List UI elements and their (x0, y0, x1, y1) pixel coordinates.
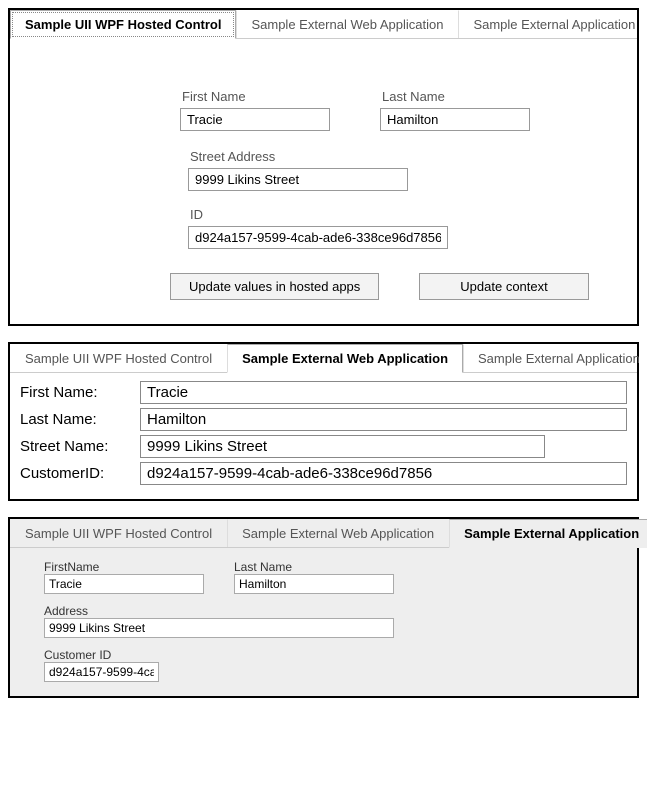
panel-1-body: First Name Last Name Street Address ID U… (10, 39, 637, 324)
input-last-name[interactable] (380, 108, 530, 131)
tabstrip-2: Sample UII WPF Hosted Control Sample Ext… (10, 344, 637, 373)
panel-wpf-hosted-control: Sample UII WPF Hosted Control Sample Ext… (8, 8, 639, 326)
tab-web[interactable]: Sample External Web Application (227, 344, 463, 373)
input-id[interactable] (188, 226, 448, 249)
label-id: ID (190, 207, 607, 222)
tabstrip-3: Sample UII WPF Hosted Control Sample Ext… (10, 519, 637, 548)
panel-2-body: First Name: Last Name: Street Name: Cust… (10, 373, 637, 499)
tab-wpf[interactable]: Sample UII WPF Hosted Control (10, 344, 227, 372)
input-address[interactable] (44, 618, 394, 638)
label-last-name: Last Name (234, 560, 394, 574)
tab-ext[interactable]: Sample External Application (458, 10, 647, 38)
label-first-name: First Name (182, 89, 330, 104)
input-street-name[interactable] (140, 435, 545, 458)
label-first-name: First Name: (20, 384, 140, 401)
label-customer-id: CustomerID: (20, 465, 140, 482)
label-last-name: Last Name (382, 89, 530, 104)
input-first-name[interactable] (180, 108, 330, 131)
update-hosted-apps-button[interactable]: Update values in hosted apps (170, 273, 379, 300)
tab-ext[interactable]: Sample External Application (463, 344, 647, 372)
label-first-name: FirstName (44, 560, 204, 574)
label-street-address: Street Address (190, 149, 607, 164)
panel-external-app: Sample UII WPF Hosted Control Sample Ext… (8, 517, 639, 698)
label-address: Address (44, 604, 619, 618)
input-first-name[interactable] (140, 381, 627, 404)
input-street-address[interactable] (188, 168, 408, 191)
label-customer-id: Customer ID (44, 648, 619, 662)
tab-wpf[interactable]: Sample UII WPF Hosted Control (10, 10, 236, 39)
panel-3-body: FirstName Last Name Address Customer ID (10, 548, 637, 696)
panel-external-web-app: Sample UII WPF Hosted Control Sample Ext… (8, 342, 639, 501)
label-last-name: Last Name: (20, 411, 140, 428)
input-customer-id[interactable] (44, 662, 159, 682)
input-last-name[interactable] (140, 408, 627, 431)
input-customer-id[interactable] (140, 462, 627, 485)
input-first-name[interactable] (44, 574, 204, 594)
tabstrip-1: Sample UII WPF Hosted Control Sample Ext… (10, 10, 637, 39)
update-context-button[interactable]: Update context (419, 273, 588, 300)
tab-ext[interactable]: Sample External Application (449, 519, 647, 548)
tab-web[interactable]: Sample External Web Application (227, 519, 449, 547)
tab-web[interactable]: Sample External Web Application (236, 10, 458, 38)
label-street-name: Street Name: (20, 438, 140, 455)
tab-wpf[interactable]: Sample UII WPF Hosted Control (10, 519, 227, 547)
input-last-name[interactable] (234, 574, 394, 594)
